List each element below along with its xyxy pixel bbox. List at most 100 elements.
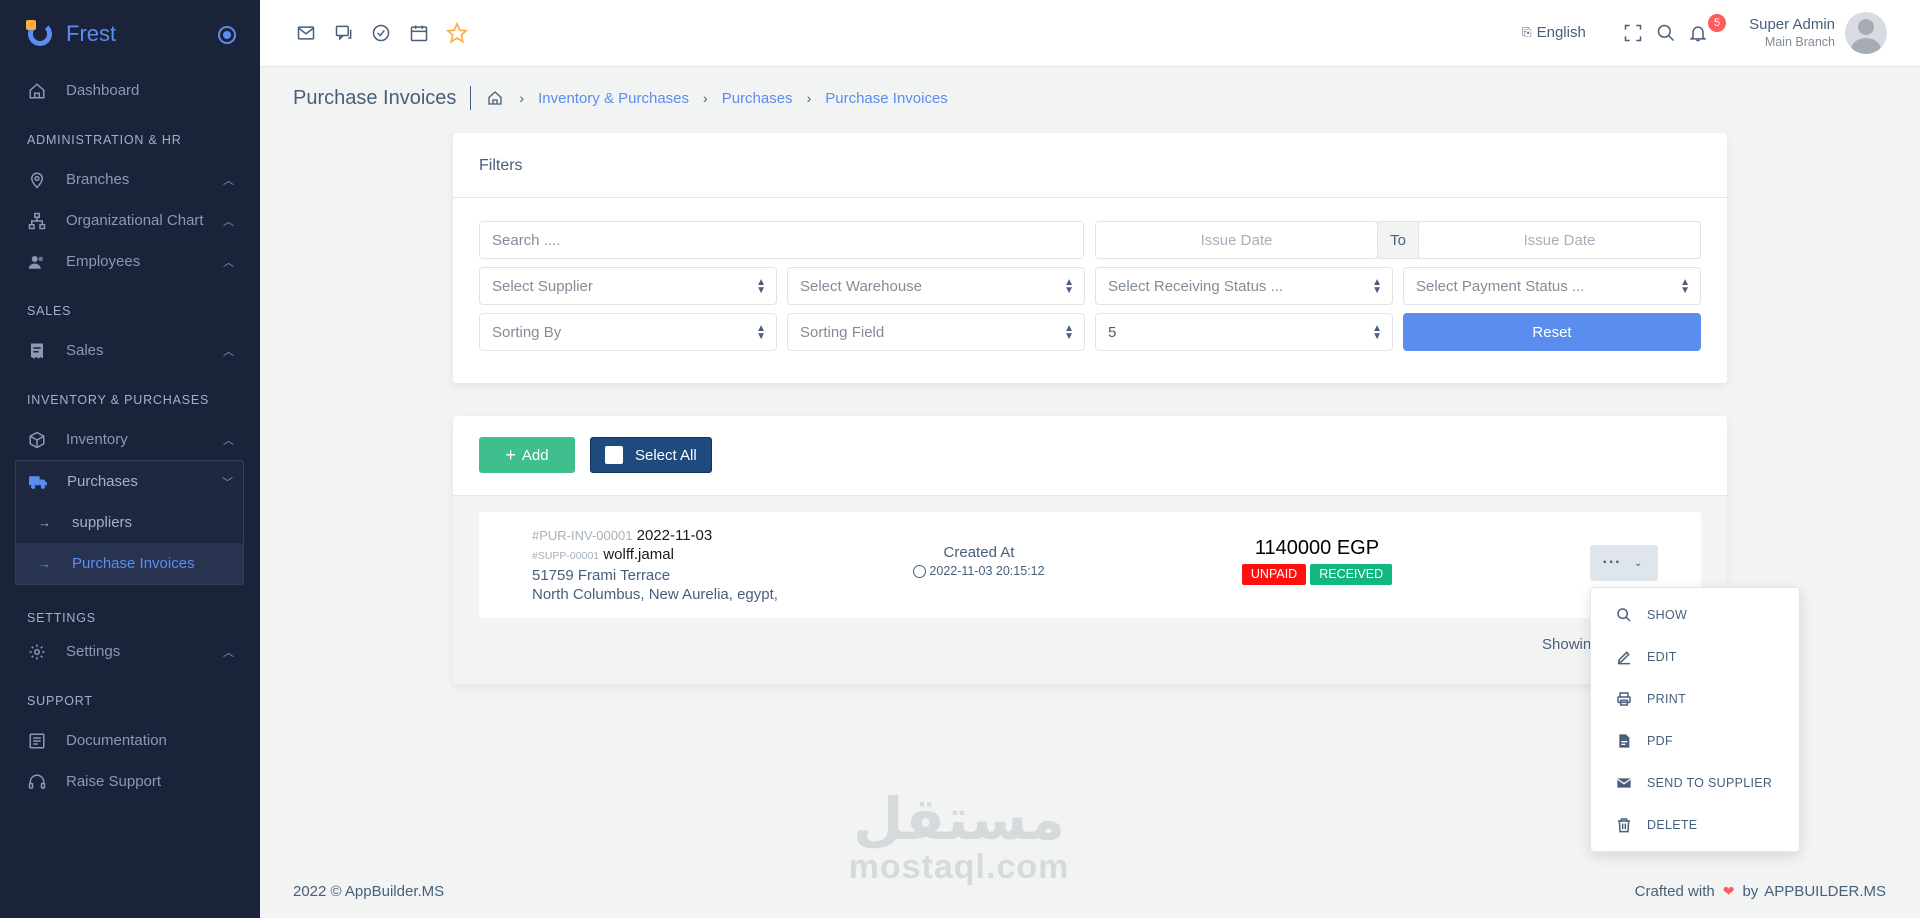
- warehouse-select[interactable]: Select Warehouse ▲ ▼: [787, 267, 1085, 305]
- file-icon: [1615, 732, 1633, 750]
- footer-crafted: Crafted with: [1634, 883, 1715, 900]
- user-info[interactable]: Super Admin Main Branch: [1749, 16, 1835, 49]
- list-item[interactable]: #PUR-INV-00001 2022-11-03 #SUPP-00001 wo…: [479, 512, 1701, 618]
- issue-date-from-input[interactable]: Issue Date: [1095, 221, 1378, 259]
- sidebar-item-sales[interactable]: Sales ︿: [0, 330, 260, 371]
- watermark-logo: مستقل mostaql.com: [844, 790, 1074, 885]
- fullscreen-icon[interactable]: [1622, 22, 1644, 44]
- payment-status-select[interactable]: Select Payment Status ... ▲ ▼: [1403, 267, 1701, 305]
- menu-item-edit[interactable]: EDIT: [1591, 636, 1799, 678]
- avatar[interactable]: [1845, 12, 1887, 54]
- sidebar-item-label: suppliers: [72, 514, 133, 531]
- sorting-field-select[interactable]: Sorting Field ▲ ▼: [787, 313, 1085, 351]
- star-icon[interactable]: [446, 22, 468, 44]
- language-selector[interactable]: ⎘ English: [1522, 24, 1586, 41]
- supplier-select[interactable]: Select Supplier ▲ ▼: [479, 267, 777, 305]
- sidebar-item-label: Documentation: [66, 732, 167, 749]
- created-at: Created At 2022-11-03 20:15:12: [899, 544, 1059, 578]
- sidebar-item-raise-support[interactable]: Raise Support: [0, 761, 260, 802]
- select-caret-icon: ▲ ▼: [1372, 277, 1382, 296]
- address-line-2: North Columbus, New Aurelia, egypt,: [532, 586, 778, 603]
- chevron-up-icon: ︿: [223, 647, 234, 659]
- filters-title: Filters: [453, 133, 1727, 198]
- page-title: Purchase Invoices: [293, 86, 472, 110]
- filters-card: Filters Search .... Issue Date To Issue …: [453, 133, 1727, 383]
- search-icon[interactable]: [1655, 22, 1677, 44]
- sidebar-item-employees[interactable]: Employees ︿: [0, 241, 260, 282]
- menu-item-label: DELETE: [1647, 818, 1698, 832]
- sidebar-item-label: Dashboard: [66, 82, 140, 99]
- select-caret-icon: ▲ ▼: [1680, 277, 1690, 296]
- topbar: ⎘ English 5 Super Admin Main Branch: [260, 0, 1920, 67]
- footer-by: by: [1742, 883, 1759, 900]
- footer-company[interactable]: APPBUILDER.MS: [1764, 883, 1886, 900]
- footer-copyright: 2022 © AppBuilder.MS: [293, 883, 445, 900]
- select-caret-icon: ▲ ▼: [1064, 277, 1074, 296]
- add-button[interactable]: + Add: [479, 437, 575, 473]
- reset-button[interactable]: Reset: [1403, 313, 1701, 351]
- sidebar-item-suppliers[interactable]: → suppliers: [16, 502, 243, 543]
- sidebar-toggle-icon[interactable]: [218, 26, 236, 44]
- amount-value: 1140000 EGP: [1254, 537, 1380, 559]
- supplier-code: #SUPP-00001: [532, 550, 600, 562]
- sidebar-item-inventory[interactable]: Inventory ︿: [0, 419, 260, 460]
- home-icon[interactable]: [487, 89, 505, 107]
- sidebar-item-settings[interactable]: Settings ︿: [0, 631, 260, 672]
- map-pin-icon: [27, 170, 47, 190]
- heart-icon: ❤: [1722, 883, 1735, 899]
- issue-date-to-input[interactable]: Issue Date: [1418, 221, 1701, 259]
- payment-status-value: Select Payment Status ...: [1416, 277, 1585, 295]
- brand[interactable]: Frest: [0, 0, 260, 68]
- sidebar-item-documentation[interactable]: Documentation: [0, 720, 260, 761]
- users-icon: [27, 252, 47, 272]
- mail-icon[interactable]: [295, 22, 317, 44]
- receiving-status-select[interactable]: Select Receiving Status ... ▲ ▼: [1095, 267, 1393, 305]
- nav-section-settings: SETTINGS: [27, 611, 96, 625]
- calendar-icon[interactable]: [408, 22, 430, 44]
- sorting-by-select[interactable]: Sorting By ▲ ▼: [479, 313, 777, 351]
- sidebar-item-purchase-invoices[interactable]: → Purchase Invoices: [16, 543, 243, 584]
- pencil-icon: [1615, 648, 1633, 666]
- checkbox-icon: [605, 446, 623, 464]
- select-caret-icon: ▲ ▼: [1372, 323, 1382, 342]
- check-circle-icon[interactable]: [370, 22, 392, 44]
- chevron-down-icon: ⌄: [1634, 557, 1643, 569]
- nav-section-sales: SALES: [27, 304, 72, 318]
- sidebar-item-branches[interactable]: Branches ︿: [0, 159, 260, 200]
- trash-icon: [1615, 816, 1633, 834]
- per-page-select[interactable]: 5 ▲ ▼: [1095, 313, 1393, 351]
- invoice-details: #PUR-INV-00001 2022-11-03 #SUPP-00001 wo…: [532, 526, 778, 604]
- menu-item-show[interactable]: SHOW: [1591, 594, 1799, 636]
- address-line-1: 51759 Frami Terrace: [532, 567, 671, 584]
- search-input[interactable]: Search ....: [479, 221, 1084, 259]
- bell-icon[interactable]: [1687, 22, 1709, 44]
- home-icon: [27, 81, 47, 101]
- menu-item-print[interactable]: PRINT: [1591, 678, 1799, 720]
- menu-item-pdf[interactable]: PDF: [1591, 720, 1799, 762]
- chat-icon[interactable]: [333, 22, 355, 44]
- arrow-right-icon: →: [38, 515, 51, 530]
- sorting-by-value: Sorting By: [492, 323, 562, 341]
- supplier-name: wolff.jamal: [603, 546, 674, 563]
- breadcrumb-current[interactable]: Purchase Invoices: [825, 90, 948, 107]
- sidebar-item-org-chart[interactable]: Organizational Chart ︿: [0, 200, 260, 241]
- sidebar-item-purchases[interactable]: Purchases ﹀: [16, 461, 243, 502]
- gear-icon: [27, 642, 47, 662]
- brand-name: Frest: [66, 21, 117, 46]
- nav-section-admin: ADMINISTRATION & HR: [27, 133, 182, 147]
- breadcrumb-separator: ›: [519, 90, 525, 106]
- chevron-down-icon: ﹀: [222, 477, 233, 489]
- sidebar-item-dashboard[interactable]: Dashboard: [0, 70, 260, 111]
- menu-item-delete[interactable]: DELETE: [1591, 804, 1799, 846]
- date-range-to-label: To: [1377, 221, 1419, 259]
- select-caret-icon: ▲ ▼: [756, 277, 766, 296]
- chevron-up-icon: ︿: [223, 216, 234, 228]
- breadcrumb-link[interactable]: Purchases: [722, 90, 793, 107]
- select-all-button[interactable]: Select All: [590, 437, 712, 473]
- notification-badge: 5: [1708, 14, 1726, 32]
- actions-dropdown-button[interactable]: ··· ⌄: [1590, 545, 1658, 581]
- menu-item-label: EDIT: [1647, 650, 1677, 664]
- menu-item-send-to-supplier[interactable]: SEND TO SUPPLIER: [1591, 762, 1799, 804]
- breadcrumb-link[interactable]: Inventory & Purchases: [538, 90, 689, 107]
- more-icon: ···: [1602, 554, 1622, 571]
